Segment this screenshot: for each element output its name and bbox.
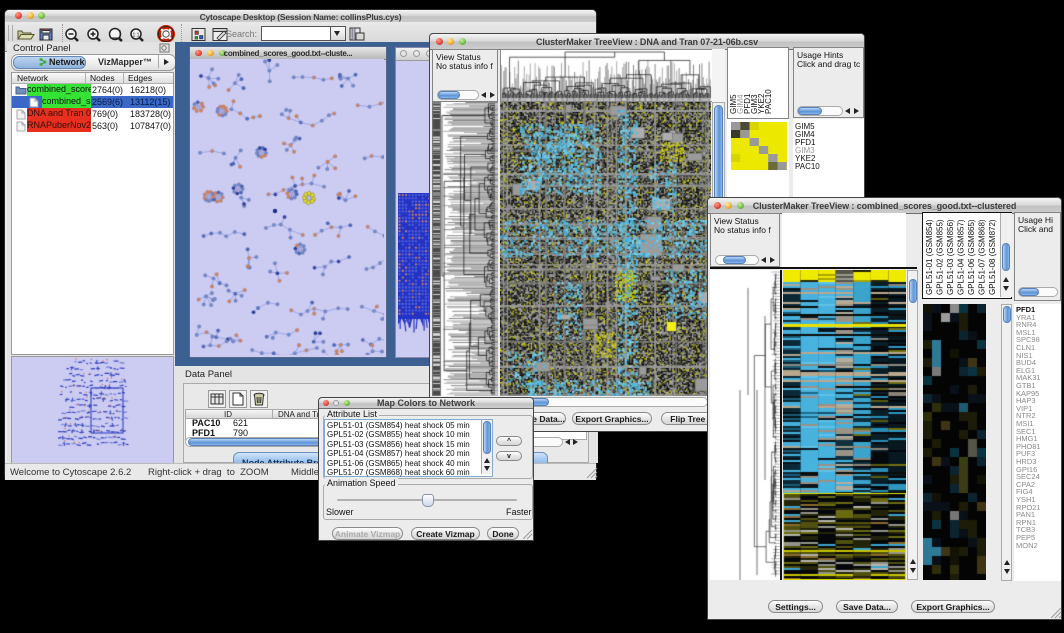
svg-text:GPL51-08 (GSM872): GPL51-08 (GSM872): [988, 219, 997, 295]
svg-text:PAC10: PAC10: [764, 89, 773, 114]
svg-text:Search:: Search:: [226, 29, 257, 39]
svg-text:GPL51-04 (GSM857): GPL51-04 (GSM857): [957, 219, 966, 295]
svg-text:GPL51-06 (GSM865): GPL51-06 (GSM865): [967, 219, 976, 295]
svg-text:GPL51-03 (GSM856): GPL51-03 (GSM856): [946, 219, 955, 295]
svg-text:GPL51-01 (GSM854): GPL51-01 (GSM854): [925, 219, 934, 295]
svg-text:GPL51-02 (GSM855): GPL51-02 (GSM855): [936, 219, 945, 295]
svg-text:1:1: 1:1: [133, 33, 140, 39]
svg-text:GPL51-07 (GSM868): GPL51-07 (GSM868): [978, 219, 987, 295]
